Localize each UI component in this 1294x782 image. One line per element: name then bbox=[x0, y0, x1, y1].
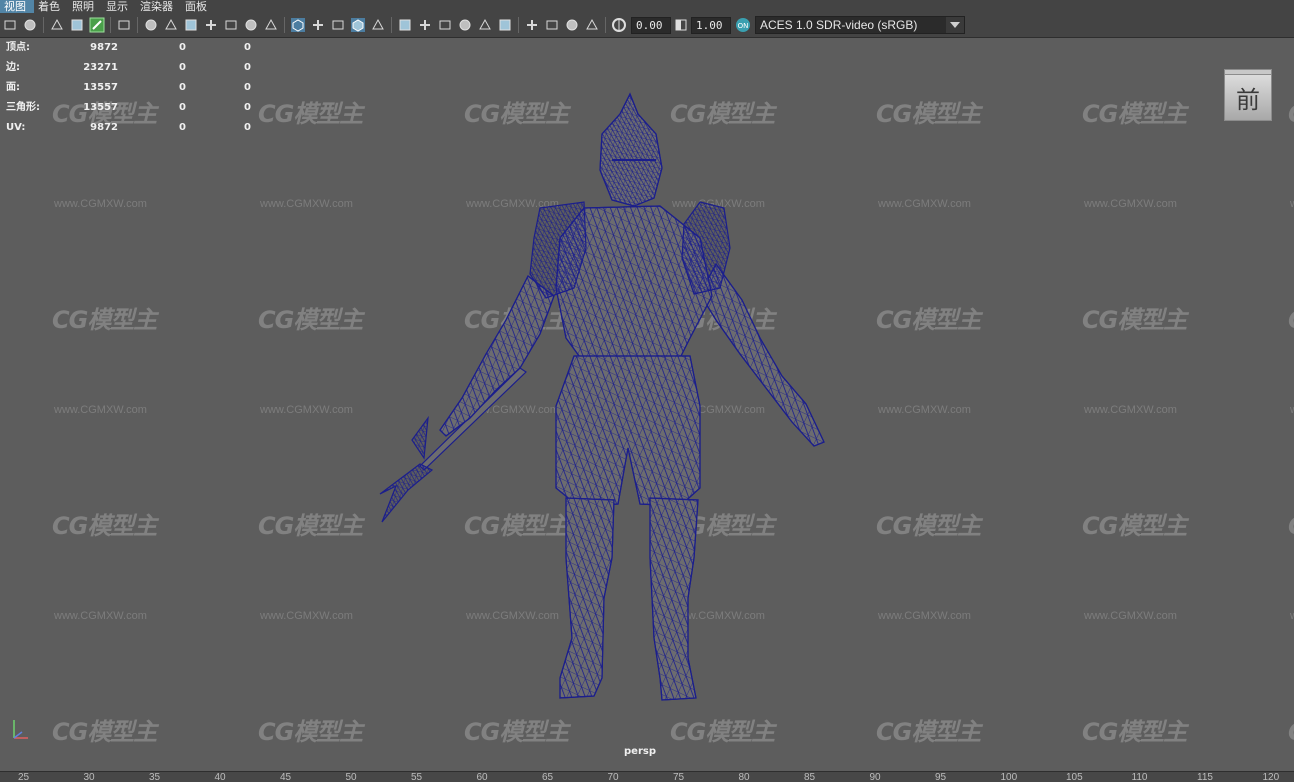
grease-pencil-icon[interactable] bbox=[89, 17, 105, 33]
default-material-icon[interactable] bbox=[330, 17, 346, 33]
screen-space-ao-icon[interactable] bbox=[437, 17, 453, 33]
stat-row: UV: 9872 0 0 bbox=[6, 118, 266, 138]
depth-of-field-icon[interactable] bbox=[497, 17, 513, 33]
toolbar-separator bbox=[43, 17, 44, 33]
colorspace-label: ACES 1.0 SDR-video (sRGB) bbox=[760, 18, 918, 32]
stat-value: 0 bbox=[179, 122, 186, 133]
backface-culling-icon[interactable] bbox=[584, 17, 600, 33]
toolbar-separator bbox=[391, 17, 392, 33]
panel-toolbar: 0.00 1.00 ON ACES 1.0 SDR-video (sRGB) bbox=[0, 13, 1294, 38]
stat-value: 13557 bbox=[83, 102, 118, 113]
toolbar-separator bbox=[284, 17, 285, 33]
stat-value: 9872 bbox=[90, 122, 118, 133]
stat-value: 9872 bbox=[90, 42, 118, 53]
stat-label: UV: bbox=[6, 122, 26, 133]
stat-value: 0 bbox=[179, 62, 186, 73]
grid-icon[interactable] bbox=[143, 17, 159, 33]
resolution-gate-icon[interactable] bbox=[183, 17, 199, 33]
gate-mask-icon[interactable] bbox=[203, 17, 219, 33]
stat-row: 边: 23271 0 0 bbox=[6, 58, 266, 78]
view-cube-front-face[interactable]: 前 bbox=[1224, 74, 1272, 121]
gamma-field[interactable]: 1.00 bbox=[691, 16, 731, 34]
stat-label: 面: bbox=[6, 82, 20, 93]
stat-value: 13557 bbox=[83, 82, 118, 93]
exposure-icon[interactable] bbox=[611, 17, 627, 33]
film-gate-icon[interactable] bbox=[163, 17, 179, 33]
knight-wireframe-model[interactable] bbox=[0, 38, 1294, 771]
smooth-shade-icon[interactable] bbox=[310, 17, 326, 33]
stat-value: 0 bbox=[179, 42, 186, 53]
shadows-icon[interactable] bbox=[417, 17, 433, 33]
bookmark-icon[interactable] bbox=[49, 17, 65, 33]
view-menu-bar: 视图 着色 照明 显示 渲染器 面板 bbox=[0, 0, 1294, 13]
wireframe-icon[interactable] bbox=[290, 17, 306, 33]
stat-label: 顶点: bbox=[6, 42, 30, 53]
gamma-icon[interactable] bbox=[673, 17, 689, 33]
color-management-icon[interactable]: ON bbox=[735, 17, 751, 33]
stat-value: 0 bbox=[244, 62, 251, 73]
stat-row: 顶点: 9872 0 0 bbox=[6, 38, 266, 58]
stat-value: 0 bbox=[179, 82, 186, 93]
motion-blur-icon[interactable] bbox=[457, 17, 473, 33]
wireframe-on-shaded-icon[interactable] bbox=[350, 17, 366, 33]
stat-value: 0 bbox=[244, 42, 251, 53]
field-chart-icon[interactable] bbox=[223, 17, 239, 33]
view-cube[interactable]: 前 bbox=[1224, 69, 1272, 121]
poly-count-hud: 顶点: 9872 0 0 边: 23271 0 0 面: 13557 0 0 三角形: 13557 0 0 UV… bbox=[6, 38, 266, 138]
stat-value: 0 bbox=[179, 102, 186, 113]
menu-item-4[interactable]: 渲染器 bbox=[136, 0, 181, 13]
stat-value: 0 bbox=[244, 122, 251, 133]
menu-item-0[interactable]: 视图 bbox=[0, 0, 34, 13]
camera-attributes-icon[interactable] bbox=[22, 17, 38, 33]
toolbar-separator bbox=[110, 17, 111, 33]
stat-row: 面: 13557 0 0 bbox=[6, 78, 266, 98]
toolbar-separator bbox=[605, 17, 606, 33]
lights-icon[interactable] bbox=[397, 17, 413, 33]
menu-item-1[interactable]: 着色 bbox=[34, 0, 68, 13]
stat-label: 三角形: bbox=[6, 102, 40, 113]
toolbar-separator bbox=[137, 17, 138, 33]
textured-icon[interactable] bbox=[370, 17, 386, 33]
menu-item-2[interactable]: 照明 bbox=[68, 0, 102, 13]
colorspace-dropdown[interactable]: ACES 1.0 SDR-video (sRGB) bbox=[755, 16, 965, 34]
svg-text:ON: ON bbox=[738, 22, 749, 30]
persp-viewport[interactable]: CG模型主 CG模型主 CG模型主 CG模型主 CG模型主 CG模型主 CG模型主 CG模型主… bbox=[0, 38, 1294, 771]
stat-value: 0 bbox=[244, 82, 251, 93]
safe-action-icon[interactable] bbox=[243, 17, 259, 33]
menu-item-5[interactable]: 面板 bbox=[181, 0, 215, 13]
camera-select-icon[interactable] bbox=[2, 17, 18, 33]
exposure-field[interactable]: 0.00 bbox=[631, 16, 671, 34]
camera-name-label: persp bbox=[624, 746, 656, 757]
2d-pan-zoom-icon[interactable] bbox=[116, 17, 132, 33]
toolbar-separator bbox=[518, 17, 519, 33]
anti-aliasing-icon[interactable] bbox=[477, 17, 493, 33]
xray-icon[interactable] bbox=[544, 17, 560, 33]
time-slider-ruler[interactable]: 25 30 35 40 45 50 55 60 65 70 75 80 85 90 95 100 105 110 1… bbox=[0, 771, 1294, 782]
safe-title-icon[interactable] bbox=[263, 17, 279, 33]
isolate-select-icon[interactable] bbox=[524, 17, 540, 33]
stat-row: 三角形: 13557 0 0 bbox=[6, 98, 266, 118]
axis-gizmo-icon bbox=[8, 714, 38, 748]
stat-label: 边: bbox=[6, 62, 20, 73]
image-plane-icon[interactable] bbox=[69, 17, 85, 33]
chevron-down-icon bbox=[946, 17, 964, 33]
stat-value: 23271 bbox=[83, 62, 118, 73]
menu-item-3[interactable]: 显示 bbox=[102, 0, 136, 13]
xray-joints-icon[interactable] bbox=[564, 17, 580, 33]
stat-value: 0 bbox=[244, 102, 251, 113]
